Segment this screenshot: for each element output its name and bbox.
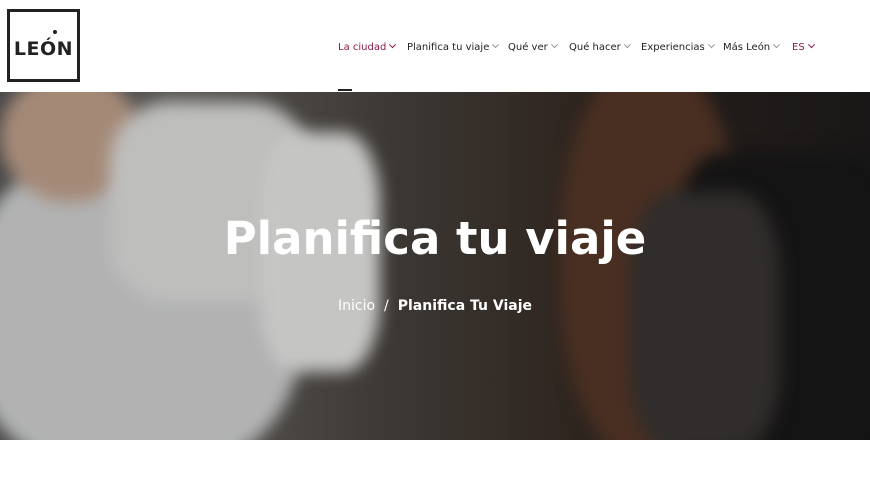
nav-item-label: Planifica tu viaje xyxy=(407,42,490,53)
page-title: Planifica tu viaje xyxy=(223,212,647,265)
active-nav-indicator xyxy=(338,89,352,91)
language-selector[interactable]: ES xyxy=(792,41,815,53)
nav-item-mas-leon[interactable]: Más León xyxy=(723,41,781,53)
chevron-down-icon xyxy=(773,41,781,49)
breadcrumb: Inicio / Planifica Tu Viaje xyxy=(0,298,870,314)
chevron-down-icon xyxy=(492,41,500,49)
breadcrumb-home-link[interactable]: Inicio xyxy=(338,298,375,314)
logo-text: LEÓN xyxy=(13,38,74,60)
nav-item-label: La ciudad xyxy=(338,42,387,53)
logo-dot xyxy=(53,30,57,34)
nav-item-label: Experiencias xyxy=(641,42,705,53)
site-header: LEÓN La ciudad Planifica tu viaje Qué ve… xyxy=(0,0,870,92)
nav-item-label: Más León xyxy=(723,42,771,53)
language-label: ES xyxy=(792,42,805,53)
nav-item-que-ver[interactable]: Qué ver xyxy=(508,41,558,53)
nav-item-la-ciudad[interactable]: La ciudad xyxy=(338,41,397,53)
hero-banner: Planifica tu viaje Inicio / Planifica Tu V… xyxy=(0,92,870,440)
hero-overlay xyxy=(0,92,870,440)
breadcrumb-separator: / xyxy=(384,298,389,314)
chevron-down-icon xyxy=(623,41,631,49)
breadcrumb-current: Planifica Tu Viaje xyxy=(397,298,533,314)
nav-item-label: Qué ver xyxy=(508,42,548,53)
nav-item-planifica-tu-viaje[interactable]: Planifica tu viaje xyxy=(407,41,500,53)
chevron-down-icon xyxy=(707,41,715,49)
chevron-down-icon xyxy=(807,41,815,49)
nav-item-experiencias[interactable]: Experiencias xyxy=(641,41,715,53)
chevron-down-icon xyxy=(389,41,397,49)
chevron-down-icon xyxy=(550,41,558,49)
nav-item-que-hacer[interactable]: Qué hacer xyxy=(569,41,631,53)
leon-logo[interactable]: LEÓN xyxy=(7,9,80,82)
nav-item-label: Qué hacer xyxy=(569,42,621,53)
